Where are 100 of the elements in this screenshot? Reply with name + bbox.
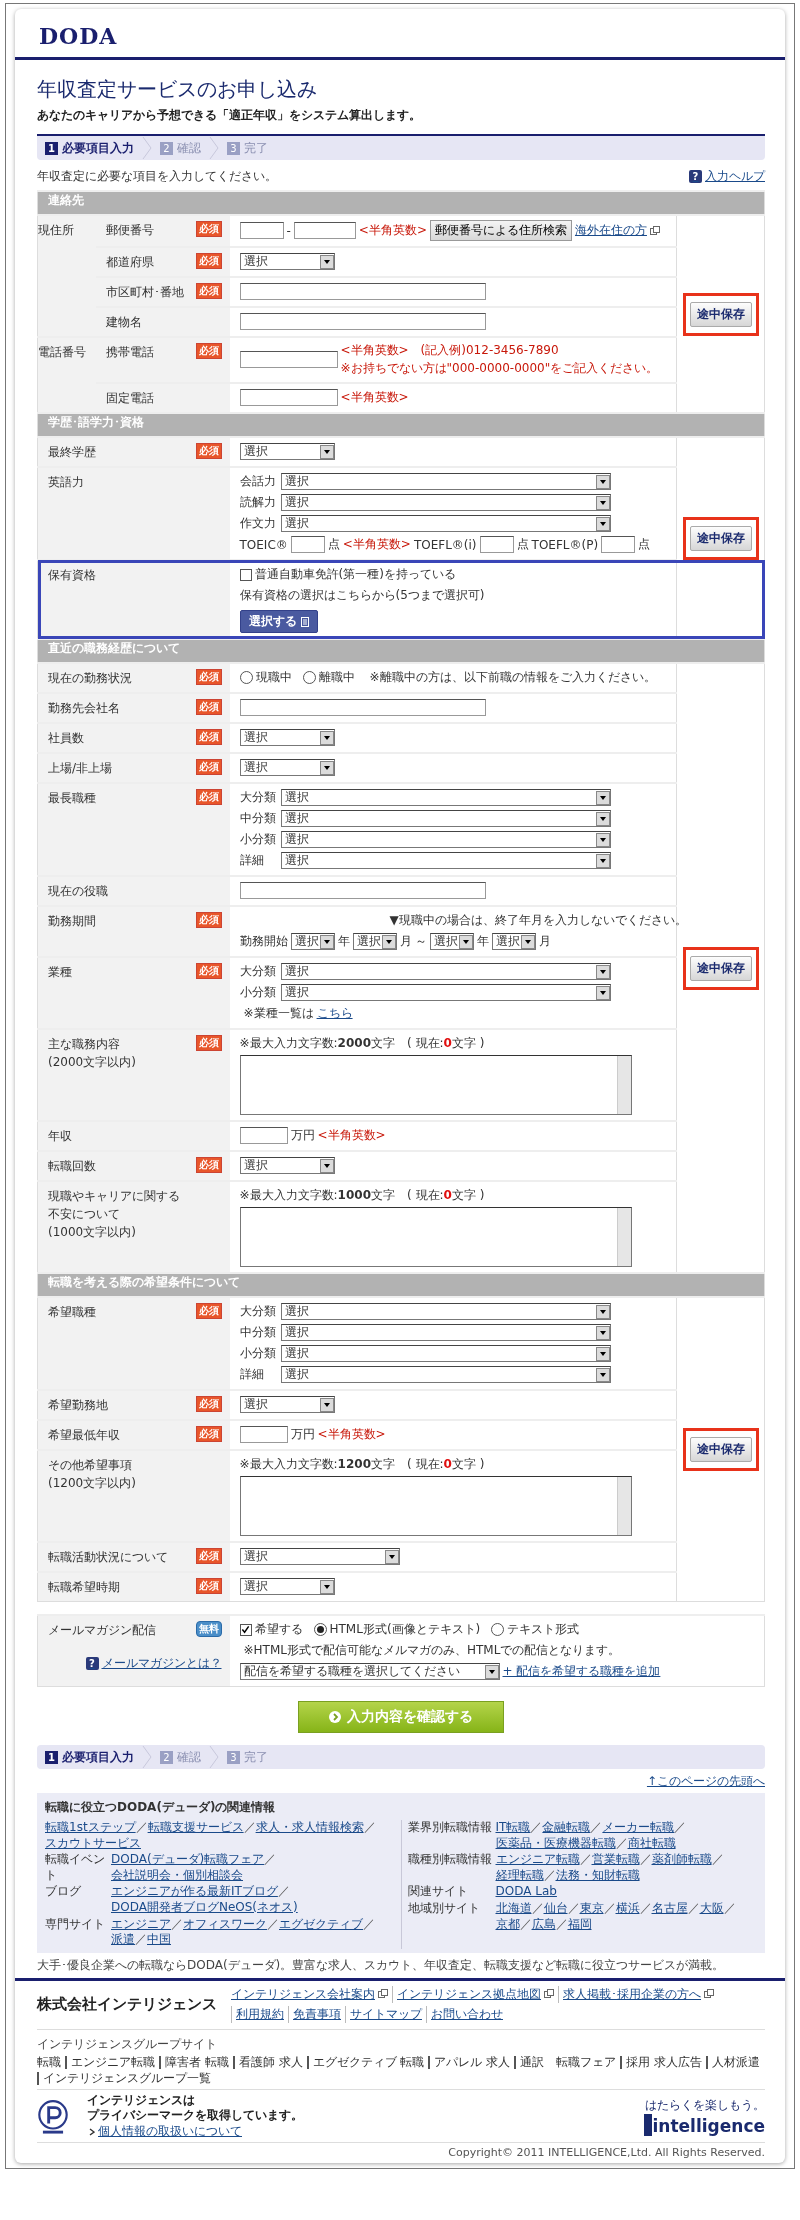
input-field[interactable]: [239, 389, 338, 406]
link[interactable]: 経理転職: [495, 1867, 544, 1884]
link[interactable]: エンジニアが作る最新ITブログ: [111, 1884, 278, 1900]
input-field[interactable]: [601, 536, 636, 553]
link[interactable]: 医薬品・医療機器転職: [495, 1835, 616, 1852]
radio-indicator[interactable]: [302, 671, 316, 684]
radio-indicator[interactable]: [239, 671, 253, 684]
footer-link[interactable]: 利用規約: [231, 2005, 288, 2023]
group-site-link[interactable]: エグゼクティブ 転職: [306, 2055, 429, 2069]
radio-button[interactable]: テキスト形式: [491, 1621, 580, 1638]
link[interactable]: IT転職: [495, 1820, 531, 1836]
help-link[interactable]: ? 入力ヘルプ: [689, 168, 765, 185]
page-top-link[interactable]: ↑このページの先頭へ: [646, 1773, 765, 1790]
group-site-link[interactable]: 通訳 転職フェア: [514, 2055, 621, 2069]
input-field[interactable]: [239, 222, 284, 239]
select-field[interactable]: 選択: [239, 759, 335, 776]
link[interactable]: 薬剤師転職: [651, 1852, 712, 1868]
link[interactable]: 転職支援サービス: [147, 1820, 244, 1836]
link[interactable]: 求人・求人情報検索: [255, 1820, 364, 1836]
link[interactable]: + 配信を希望する職種を追加: [502, 1663, 661, 1680]
input-field[interactable]: [479, 536, 514, 553]
select-field[interactable]: 選択: [280, 473, 611, 490]
link[interactable]: 会社説明会・個別相談会: [111, 1867, 243, 1884]
input-field[interactable]: [239, 1426, 288, 1443]
select-field[interactable]: 選択: [239, 729, 335, 746]
group-site-link[interactable]: 看護師 求人: [232, 2055, 307, 2069]
select-field[interactable]: 選択: [280, 1366, 611, 1383]
privacy-policy-link[interactable]: 個人情報の取扱いについて: [89, 2123, 242, 2141]
select-field[interactable]: 選択: [280, 852, 611, 869]
input-field[interactable]: [239, 699, 486, 716]
select-field[interactable]: 選択: [280, 789, 611, 806]
link[interactable]: エグゼクティブ: [279, 1916, 363, 1933]
select-field[interactable]: 選択: [239, 1157, 335, 1174]
footer-link[interactable]: 免責事項: [288, 2005, 345, 2023]
input-field[interactable]: [239, 351, 338, 368]
select-field[interactable]: 選択: [239, 1578, 335, 1595]
link[interactable]: 北海道: [495, 1900, 532, 1917]
select-field[interactable]: 選択: [239, 443, 335, 460]
footer-link[interactable]: お問い合わせ: [426, 2005, 507, 2023]
textarea-field[interactable]: [239, 1207, 632, 1267]
select-field[interactable]: 選択: [280, 831, 611, 848]
group-site-link[interactable]: 障害者 転職: [159, 2055, 233, 2069]
input-field[interactable]: [239, 882, 486, 899]
checkbox-indicator[interactable]: [239, 1623, 252, 1636]
select-field[interactable]: 選択: [290, 933, 335, 950]
select-button[interactable]: 選択する: [239, 610, 318, 633]
save-button[interactable]: 途中保存: [689, 1437, 752, 1462]
input-field[interactable]: [293, 222, 356, 239]
checkbox[interactable]: 希望する: [239, 1621, 303, 1638]
save-button[interactable]: 途中保存: [689, 525, 752, 551]
checkbox-indicator[interactable]: [239, 568, 252, 581]
link[interactable]: 広島: [531, 1916, 556, 1933]
select-field[interactable]: 選択: [280, 515, 611, 532]
link[interactable]: 中国: [147, 1932, 171, 1948]
link[interactable]: 福岡: [567, 1916, 592, 1933]
group-site-link[interactable]: エンジニア転職: [65, 2055, 159, 2069]
link[interactable]: 名古屋: [651, 1900, 688, 1917]
input-field[interactable]: [239, 283, 486, 300]
link[interactable]: 営業転職: [591, 1852, 640, 1868]
select-field[interactable]: 選択: [239, 1548, 400, 1565]
link[interactable]: 仙台: [543, 1900, 568, 1917]
select-field[interactable]: 選択: [239, 253, 335, 270]
link[interactable]: 東京: [579, 1900, 604, 1917]
group-site-link[interactable]: 転職: [37, 2055, 65, 2069]
link[interactable]: 金融転職: [542, 1820, 591, 1836]
select-field[interactable]: 選択: [280, 1345, 611, 1362]
radio-button[interactable]: 現職中: [239, 669, 292, 686]
help-link[interactable]: ? メールマガジンとは？: [85, 1655, 222, 1672]
select-field[interactable]: 選択: [280, 963, 611, 980]
select-field[interactable]: 選択: [239, 1396, 335, 1413]
select-field[interactable]: 選択: [491, 933, 536, 950]
footer-link[interactable]: 求人掲載･採用企業の方へ: [558, 1985, 718, 2003]
radio-button[interactable]: HTML形式(画像とテキスト): [313, 1621, 481, 1638]
footer-link[interactable]: サイトマップ: [345, 2005, 426, 2023]
select-field[interactable]: 選択: [280, 810, 611, 827]
link[interactable]: 転職1stステップ: [45, 1820, 136, 1836]
address-search-button[interactable]: 郵便番号による住所検索: [429, 220, 572, 241]
save-button[interactable]: 途中保存: [689, 955, 752, 981]
link[interactable]: エンジニア転職: [495, 1852, 580, 1868]
link[interactable]: 京都: [495, 1916, 520, 1933]
input-field[interactable]: [290, 536, 325, 553]
radio-button[interactable]: 離職中: [302, 669, 355, 686]
textarea-field[interactable]: [239, 1055, 632, 1115]
link[interactable]: オフィスワーク: [183, 1916, 267, 1933]
link[interactable]: 派遣: [111, 1932, 135, 1948]
footer-link[interactable]: インテリジェンス会社案内: [231, 1985, 392, 2003]
save-button[interactable]: 途中保存: [689, 301, 752, 327]
link[interactable]: 横浜: [615, 1900, 640, 1917]
link[interactable]: 大阪: [699, 1900, 724, 1917]
checkbox[interactable]: 普通自動車免許(第一種)を持っている: [239, 566, 456, 583]
link[interactable]: DODA(デューダ)転職フェア: [111, 1852, 265, 1868]
radio-indicator[interactable]: [491, 1623, 505, 1636]
input-field[interactable]: [239, 1127, 288, 1144]
select-field[interactable]: 選択: [280, 1303, 611, 1320]
link[interactable]: 法務・知財転職: [555, 1867, 640, 1884]
radio-indicator[interactable]: [313, 1623, 327, 1636]
link[interactable]: DODA Lab: [495, 1884, 557, 1900]
link[interactable]: こちら: [316, 1005, 353, 1022]
select-field[interactable]: 選択: [280, 984, 611, 1001]
link[interactable]: メーカー転職: [602, 1820, 675, 1836]
